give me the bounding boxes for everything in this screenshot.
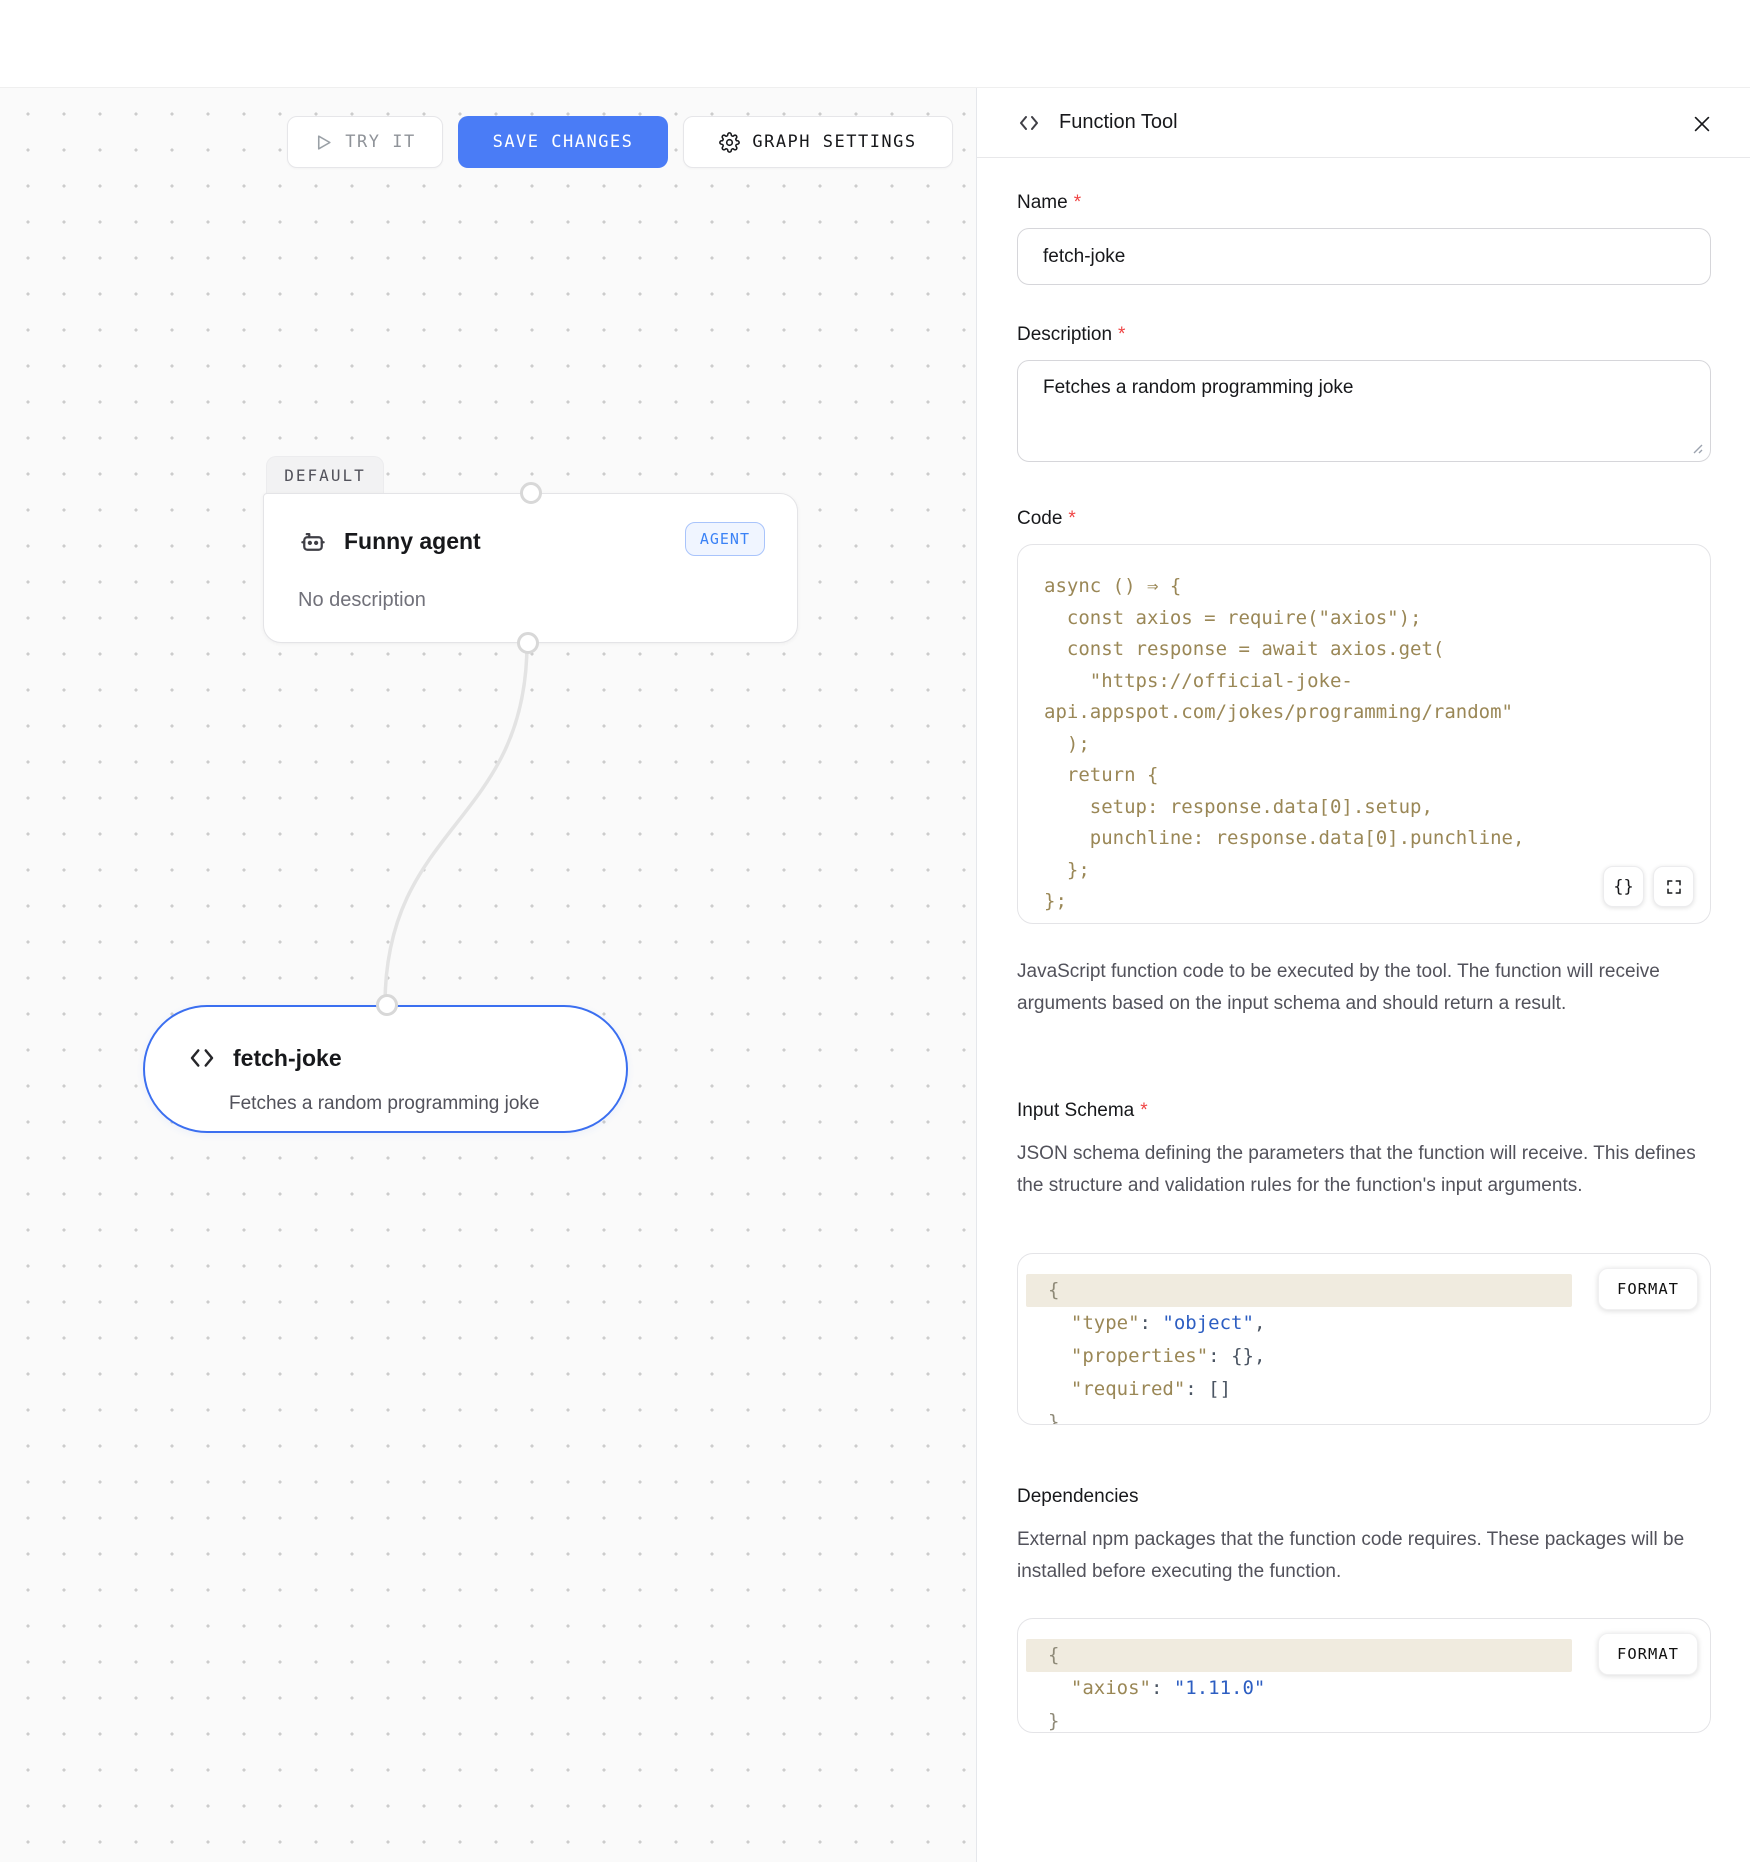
app-window: TRY IT SAVE CHANGES GRAPH SETTINGS DEFAU… — [0, 0, 1750, 1862]
format-schema-button[interactable]: FORMAT — [1598, 1268, 1698, 1310]
edge-agent-to-tool — [385, 643, 527, 1005]
function-tool-icon — [1017, 111, 1041, 135]
format-dependencies-button[interactable]: FORMAT — [1598, 1633, 1698, 1675]
input-schema-label: Input Schema* — [1017, 1100, 1148, 1122]
code-help-text: JavaScript function code to be executed … — [1017, 956, 1711, 1020]
group-tab-default[interactable]: DEFAULT — [266, 456, 384, 494]
save-changes-button[interactable]: SAVE CHANGES — [458, 116, 668, 168]
required-asterisk: * — [1118, 324, 1125, 345]
top-bar — [0, 0, 1750, 88]
try-it-button[interactable]: TRY IT — [287, 116, 443, 168]
dependencies-label: Dependencies — [1017, 1486, 1138, 1508]
agent-node[interactable]: Funny agent AGENT No description — [263, 493, 798, 643]
graph-settings-button[interactable]: GRAPH SETTINGS — [683, 116, 953, 168]
play-icon — [314, 133, 333, 152]
name-input[interactable] — [1017, 228, 1711, 285]
save-changes-label: SAVE CHANGES — [493, 132, 634, 152]
graph-settings-label: GRAPH SETTINGS — [752, 132, 916, 152]
graph-canvas[interactable]: TRY IT SAVE CHANGES GRAPH SETTINGS DEFAU… — [0, 88, 976, 1862]
agent-node-description: No description — [298, 589, 426, 612]
robot-icon — [298, 526, 328, 556]
input-schema-help-text: JSON schema defining the parameters that… — [1017, 1138, 1711, 1202]
input-schema-editor[interactable]: FORMAT { "type": "object", "properties":… — [1017, 1253, 1711, 1425]
dependencies-help-text: External npm packages that the function … — [1017, 1524, 1711, 1588]
braces-button-label: {} — [1613, 877, 1633, 897]
try-it-label: TRY IT — [345, 132, 415, 152]
code-label: Code* — [1017, 508, 1076, 530]
function-tool-panel: Function Tool Name* Description* Fetches… — [976, 88, 1750, 1862]
tool-node-top-handle[interactable] — [376, 994, 398, 1016]
description-textarea[interactable]: Fetches a random programming joke — [1017, 360, 1711, 462]
code-editor[interactable]: {} async () ⇒ { const axios = require("a… — [1017, 544, 1711, 924]
group-tab-label: DEFAULT — [284, 466, 365, 485]
fullscreen-icon — [1665, 878, 1683, 896]
agent-node-bottom-handle[interactable] — [517, 632, 539, 654]
agent-badge: AGENT — [685, 522, 765, 556]
tool-node-description: Fetches a random programming joke — [229, 1093, 539, 1115]
description-label: Description* — [1017, 324, 1125, 346]
required-asterisk: * — [1068, 508, 1075, 529]
panel-header: Function Tool — [977, 88, 1750, 158]
name-label: Name* — [1017, 192, 1081, 214]
gear-icon — [719, 132, 740, 153]
code-icon — [187, 1043, 217, 1073]
edge-layer — [0, 88, 976, 1862]
panel-title: Function Tool — [1059, 111, 1178, 134]
dependencies-editor[interactable]: FORMAT { "axios": "1.11.0"} — [1017, 1618, 1711, 1733]
required-asterisk: * — [1074, 192, 1081, 213]
tool-node-fetch-joke[interactable]: fetch-joke Fetches a random programming … — [143, 1005, 628, 1133]
tool-node-title: fetch-joke — [233, 1045, 342, 1072]
close-icon — [1691, 113, 1713, 135]
required-asterisk: * — [1140, 1100, 1147, 1121]
braces-button[interactable]: {} — [1603, 866, 1644, 907]
agent-node-top-handle[interactable] — [520, 482, 542, 504]
expand-fullscreen-button[interactable] — [1653, 866, 1694, 907]
close-panel-button[interactable] — [1688, 110, 1716, 138]
agent-node-title: Funny agent — [344, 528, 481, 555]
